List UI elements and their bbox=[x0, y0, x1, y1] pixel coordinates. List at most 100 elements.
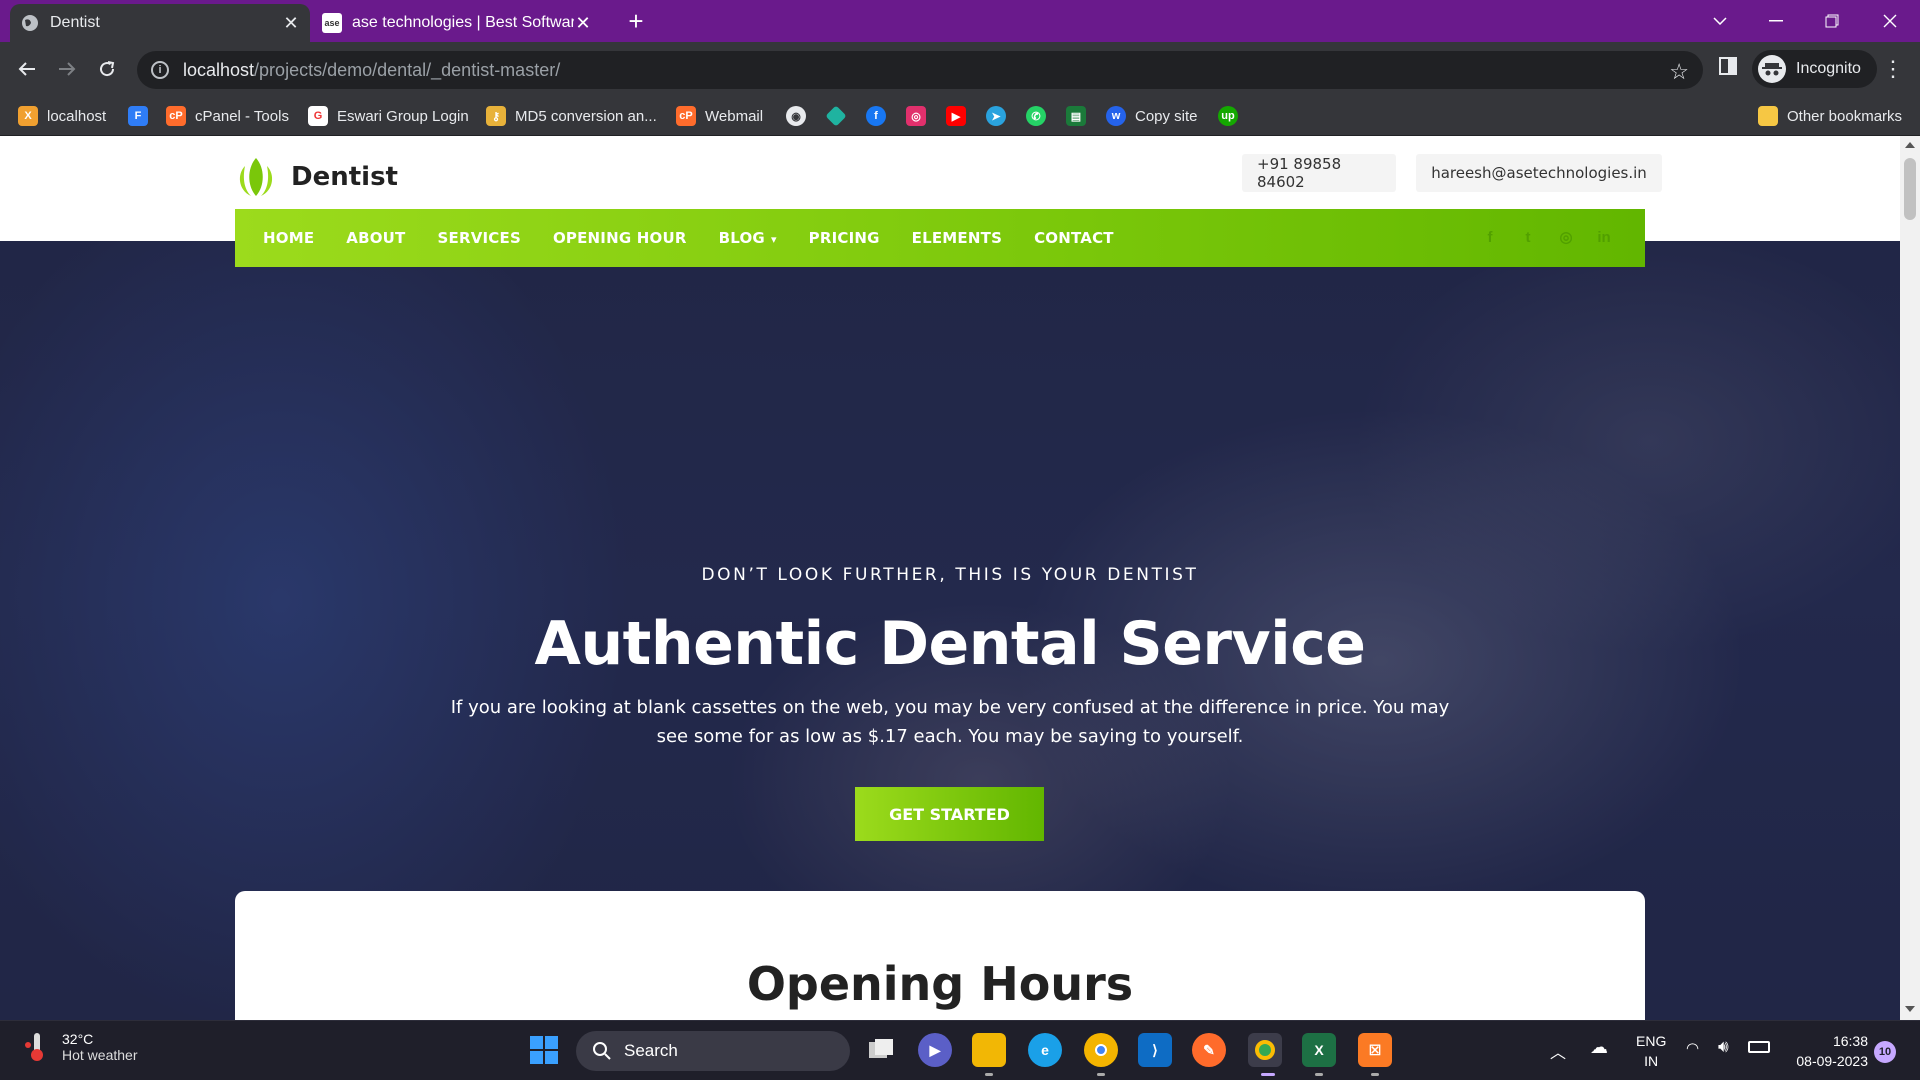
chrome-icon[interactable] bbox=[1084, 1033, 1118, 1067]
bookmark-facebook[interactable]: f bbox=[866, 104, 886, 128]
diamond-icon bbox=[825, 105, 847, 127]
whatsapp-icon: ✆ bbox=[1026, 106, 1046, 126]
onedrive-cloud-icon[interactable]: ☁ bbox=[1590, 1037, 1608, 1058]
site-info-icon[interactable]: i bbox=[151, 61, 169, 79]
side-panel-icon[interactable] bbox=[1718, 56, 1740, 78]
bookmark-md5[interactable]: ⚷ MD5 conversion an... bbox=[486, 104, 657, 128]
battery-icon[interactable] bbox=[1748, 1041, 1770, 1053]
opening-hours-title: Opening Hours bbox=[746, 957, 1134, 1011]
nav-pricing[interactable]: PRICING bbox=[809, 229, 880, 247]
scrollbar-thumb[interactable] bbox=[1904, 158, 1916, 220]
nav-opening-hour[interactable]: OPENING HOUR bbox=[553, 229, 687, 247]
minimize-button[interactable] bbox=[1756, 6, 1796, 36]
clock[interactable]: 16:38 08-09-2023 bbox=[1780, 1031, 1868, 1071]
back-button[interactable] bbox=[12, 54, 42, 84]
twitter-icon[interactable]: t bbox=[1519, 229, 1537, 247]
nav-services[interactable]: SERVICES bbox=[438, 229, 521, 247]
volume-icon[interactable]: 🔊︎ bbox=[1718, 1037, 1729, 1057]
teams-icon[interactable]: ▶ bbox=[918, 1033, 952, 1067]
nav-blog-label: BLOG bbox=[718, 229, 765, 247]
profile-label: Incognito bbox=[1796, 60, 1861, 77]
tab-dentist[interactable]: Dentist ✕ bbox=[10, 4, 310, 42]
bookmark-upwork[interactable]: up bbox=[1218, 104, 1238, 128]
bookmark-sheet[interactable]: ▤ bbox=[1066, 104, 1086, 128]
close-tab-icon[interactable]: ✕ bbox=[282, 14, 300, 32]
phone-pill[interactable]: +91 89858 84602 bbox=[1242, 154, 1396, 192]
close-tab-icon[interactable]: ✕ bbox=[574, 14, 592, 32]
windows-start-icon[interactable] bbox=[527, 1033, 561, 1067]
page-viewport: Dentist +91 89858 84602 hareesh@asetechn… bbox=[0, 136, 1900, 1020]
bookmark-star-icon[interactable]: ☆ bbox=[1669, 59, 1689, 85]
nav-about[interactable]: ABOUT bbox=[346, 229, 405, 247]
bookmark-whatsapp[interactable]: ✆ bbox=[1026, 104, 1046, 128]
browser-menu-icon[interactable]: ⋮ bbox=[1882, 56, 1904, 82]
get-started-button[interactable]: GET STARTED bbox=[855, 787, 1044, 841]
email-pill[interactable]: hareesh@asetechnologies.in bbox=[1416, 154, 1662, 192]
bookmark-localhost[interactable]: Xlocalhost bbox=[18, 104, 106, 128]
address-bar[interactable]: i localhost/projects/demo/dental/_dentis… bbox=[137, 51, 1703, 89]
vscode-icon[interactable]: ⟩ bbox=[1138, 1033, 1172, 1067]
taskbar-search[interactable]: Search bbox=[576, 1031, 850, 1071]
bookmark-youtube[interactable]: ▶ bbox=[946, 104, 966, 128]
nav-contact[interactable]: CONTACT bbox=[1034, 229, 1114, 247]
restore-button[interactable] bbox=[1812, 6, 1852, 36]
bookmark-diamond[interactable] bbox=[825, 104, 847, 128]
new-tab-button[interactable]: + bbox=[622, 8, 650, 36]
chrome-incognito-icon[interactable] bbox=[1248, 1033, 1282, 1067]
excel-icon[interactable]: X bbox=[1302, 1033, 1336, 1067]
globe-icon bbox=[20, 13, 40, 33]
close-window-button[interactable] bbox=[1870, 6, 1910, 36]
language-indicator[interactable]: ENG IN bbox=[1636, 1031, 1666, 1071]
nav-blog[interactable]: BLOG ▾ bbox=[719, 229, 777, 247]
search-icon bbox=[593, 1042, 611, 1060]
tab-title: ase technologies | Best Software bbox=[352, 14, 574, 31]
notification-badge[interactable]: 10 bbox=[1874, 1041, 1896, 1063]
facebook-icon: f bbox=[866, 106, 886, 126]
wifi-icon[interactable]: ◠ bbox=[1686, 1039, 1699, 1057]
tab-search-icon[interactable] bbox=[1700, 6, 1740, 36]
hero-headline: Authentic Dental Service bbox=[534, 609, 1366, 679]
edge-icon[interactable]: e bbox=[1028, 1033, 1062, 1067]
nav-elements[interactable]: ELEMENTS bbox=[912, 229, 1002, 247]
postman-icon[interactable]: ✎ bbox=[1192, 1033, 1226, 1067]
forward-button[interactable] bbox=[52, 54, 82, 84]
incognito-profile-button[interactable]: Incognito bbox=[1752, 50, 1877, 88]
social-links: f t ◎ in bbox=[1461, 229, 1613, 247]
facebook-icon[interactable]: f bbox=[1481, 229, 1499, 247]
weather-temp: 32°C bbox=[62, 1031, 94, 1047]
other-bookmarks[interactable]: Other bookmarks bbox=[1758, 104, 1902, 128]
hero-subtext: If you are looking at blank cassettes on… bbox=[450, 697, 1450, 747]
linkedin-icon[interactable]: in bbox=[1595, 229, 1613, 247]
running-indicator bbox=[1097, 1073, 1105, 1076]
cpanel-icon: cP bbox=[676, 106, 696, 126]
bookmark-instagram[interactable]: ◎ bbox=[906, 104, 926, 128]
bookmark-eswari[interactable]: G Eswari Group Login bbox=[308, 104, 469, 128]
scroll-down-arrow-icon[interactable] bbox=[1905, 1006, 1915, 1012]
reload-button[interactable] bbox=[92, 54, 122, 84]
browser-toolbar: i localhost/projects/demo/dental/_dentis… bbox=[0, 42, 1920, 96]
windows-taskbar: 32°C Hot weather Search ▶ e ⟩ ✎ X ☒ ︿ ☁ … bbox=[0, 1020, 1920, 1080]
scroll-up-arrow-icon[interactable] bbox=[1905, 142, 1915, 148]
page-scrollbar[interactable] bbox=[1900, 136, 1920, 1020]
bookmark-f[interactable]: F bbox=[128, 104, 148, 128]
instagram-icon[interactable]: ◎ bbox=[1557, 229, 1575, 247]
task-view-icon[interactable] bbox=[864, 1033, 898, 1067]
nav-home[interactable]: HOME bbox=[263, 229, 314, 247]
running-indicator bbox=[1315, 1073, 1323, 1076]
bookmark-copy-site[interactable]: w Copy site bbox=[1106, 104, 1198, 128]
file-explorer-icon[interactable] bbox=[972, 1033, 1006, 1067]
search-placeholder: Search bbox=[624, 1041, 678, 1060]
xampp-icon[interactable]: ☒ bbox=[1358, 1033, 1392, 1067]
bookmark-webmail[interactable]: cP Webmail bbox=[676, 104, 763, 128]
tab-ase-technologies[interactable]: ase ase technologies | Best Software ✕ bbox=[312, 4, 602, 42]
eswari-icon: G bbox=[308, 106, 328, 126]
bookmark-telegram[interactable]: ➤ bbox=[986, 104, 1006, 128]
weather-widget[interactable]: 32°C Hot weather bbox=[24, 1031, 137, 1063]
hero-tagline: DON’T LOOK FURTHER, THIS IS YOUR DENTIST bbox=[701, 565, 1199, 585]
running-indicator bbox=[1371, 1073, 1379, 1076]
bookmark-cpanel-tools[interactable]: cP cPanel - Tools bbox=[166, 104, 289, 128]
site-logo[interactable]: Dentist bbox=[235, 156, 398, 198]
chevron-up-icon[interactable]: ︿ bbox=[1550, 1039, 1566, 1063]
opening-hours-card: Opening Hours bbox=[235, 891, 1645, 1020]
bookmark-github[interactable]: ◉ bbox=[786, 104, 806, 128]
